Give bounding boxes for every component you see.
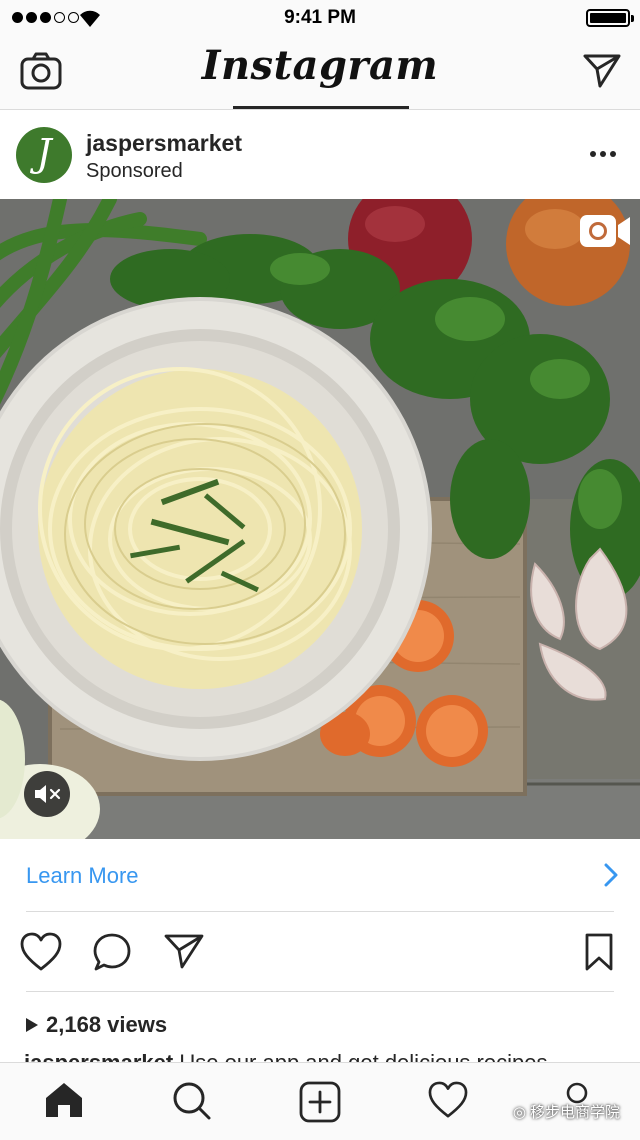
send-icon[interactable] bbox=[163, 932, 205, 970]
learn-more-cta[interactable]: Learn More bbox=[0, 839, 640, 911]
search-icon[interactable] bbox=[172, 1081, 212, 1121]
chevron-right-icon bbox=[604, 863, 618, 887]
post-caption: jaspersmarket Use our app and get delici… bbox=[24, 1048, 624, 1062]
sponsored-label: Sponsored bbox=[86, 160, 183, 182]
status-time: 9:41 PM bbox=[284, 7, 356, 28]
caption-username[interactable]: jaspersmarket bbox=[24, 1050, 173, 1062]
status-bar: 9:41 PM bbox=[0, 0, 640, 36]
post-media[interactable] bbox=[0, 199, 640, 839]
feed-tab-indicator bbox=[233, 106, 409, 109]
activity-heart-icon[interactable] bbox=[428, 1081, 468, 1119]
mute-button[interactable] bbox=[24, 771, 70, 817]
add-post-icon[interactable] bbox=[299, 1081, 341, 1123]
wechat-logo-icon: ◎ bbox=[512, 1103, 526, 1121]
comment-icon[interactable] bbox=[92, 932, 132, 972]
divider bbox=[26, 991, 614, 992]
play-icon bbox=[26, 1018, 38, 1032]
speaker-muted-icon bbox=[35, 785, 61, 803]
more-options-icon[interactable] bbox=[590, 151, 616, 157]
bookmark-icon[interactable] bbox=[584, 932, 614, 972]
top-nav-bar: Instagram bbox=[0, 36, 640, 110]
heart-icon[interactable] bbox=[20, 932, 62, 972]
instagram-logo[interactable]: Instagram bbox=[0, 42, 640, 89]
avatar-letter: J bbox=[36, 131, 52, 175]
views-count[interactable]: 2,168 views bbox=[26, 1012, 167, 1038]
post-header: J jaspersmarket Sponsored bbox=[0, 111, 640, 199]
watermark: ◎ 移步电商学院 bbox=[513, 1101, 620, 1122]
battery-icon bbox=[586, 9, 634, 27]
home-icon[interactable] bbox=[44, 1081, 84, 1119]
bottom-tab-bar: ◎ 移步电商学院 bbox=[0, 1062, 640, 1140]
watermark-text: 移步电商学院 bbox=[529, 1104, 620, 1121]
post-photo bbox=[0, 199, 640, 839]
caption-text: Use our app and get delicious recipes bbox=[179, 1050, 547, 1062]
avatar[interactable]: J bbox=[16, 127, 72, 183]
post-actions bbox=[0, 912, 640, 992]
video-camera-icon bbox=[580, 215, 630, 247]
learn-more-label: Learn More bbox=[26, 863, 139, 888]
views-text: 2,168 views bbox=[46, 1012, 168, 1037]
direct-send-icon[interactable] bbox=[582, 52, 622, 90]
post-username[interactable]: jaspersmarket bbox=[86, 130, 242, 157]
